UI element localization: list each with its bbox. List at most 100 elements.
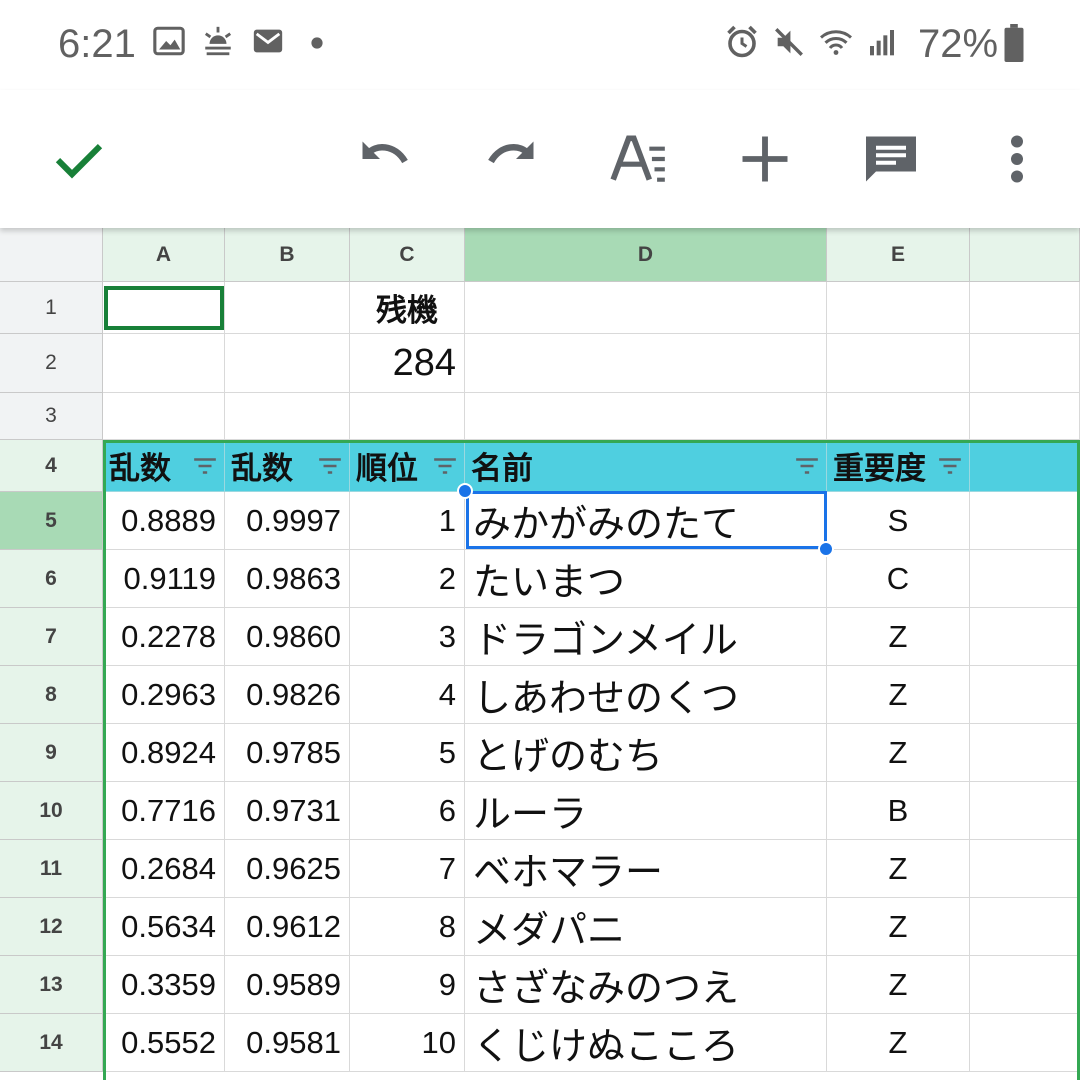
table-cell[interactable]: 0.5634 [103,898,225,956]
more-options-button[interactable] [972,90,1062,228]
row-header-12[interactable]: 12 [0,898,103,956]
filter-icon[interactable] [937,456,963,476]
cell[interactable] [103,393,225,440]
filter-icon[interactable] [192,456,218,476]
table-cell[interactable]: 0.7716 [103,782,225,840]
cell[interactable] [827,282,970,334]
cell[interactable] [225,282,350,334]
table-cell[interactable]: 0.3359 [103,956,225,1014]
table-cell[interactable]: 0.8889 [103,492,225,550]
table-cell[interactable] [970,666,1080,724]
selection-handle-top[interactable] [457,483,473,499]
table-cell[interactable]: 0.9612 [225,898,350,956]
cell[interactable] [970,282,1080,334]
insert-button[interactable] [720,90,810,228]
table-cell[interactable]: とげのむち [465,724,827,782]
table-cell[interactable] [970,608,1080,666]
column-header-b[interactable]: B [225,228,350,282]
table-cell[interactable]: 0.5552 [103,1014,225,1072]
table-cell[interactable]: 10 [350,1014,465,1072]
row-header-9[interactable]: 9 [0,724,103,782]
table-cell[interactable]: 0.9589 [225,956,350,1014]
selection-handle-bottom[interactable] [818,541,834,557]
row-header-5[interactable]: 5 [0,492,103,550]
table-cell[interactable]: 0.2684 [103,840,225,898]
table-cell[interactable]: 0.9826 [225,666,350,724]
redo-button[interactable] [466,90,556,228]
cell[interactable] [465,334,827,393]
table-cell[interactable]: 0.9997 [225,492,350,550]
selected-cell-d5[interactable] [466,491,827,549]
table-cell[interactable]: 0.9625 [225,840,350,898]
filter-icon[interactable] [794,456,820,476]
table-cell[interactable]: 0.9119 [103,550,225,608]
table-cell[interactable]: ベホマラー [465,840,827,898]
cell[interactable] [970,393,1080,440]
column-header-e[interactable]: E [827,228,970,282]
cell[interactable] [970,334,1080,393]
row-header-4[interactable]: 4 [0,440,103,492]
table-cell[interactable]: メダパニ [465,898,827,956]
table-cell[interactable]: 3 [350,608,465,666]
cell[interactable] [827,393,970,440]
table-cell[interactable]: 2 [350,550,465,608]
table-cell[interactable]: ルーラ [465,782,827,840]
row-header-11[interactable]: 11 [0,840,103,898]
row-header-14[interactable]: 14 [0,1014,103,1072]
table-cell[interactable]: 9 [350,956,465,1014]
cell[interactable]: 残機 [350,282,465,334]
undo-button[interactable] [340,90,430,228]
table-cell[interactable]: C [827,550,970,608]
done-button[interactable] [34,90,124,228]
table-cell[interactable]: B [827,782,970,840]
table-header-cell[interactable]: 乱数 [103,440,225,492]
table-header-cell[interactable]: 乱数 [225,440,350,492]
row-header-6[interactable]: 6 [0,550,103,608]
table-cell[interactable]: 7 [350,840,465,898]
table-cell[interactable]: 4 [350,666,465,724]
filter-icon[interactable] [432,456,458,476]
table-cell[interactable]: 0.9785 [225,724,350,782]
cell[interactable] [225,393,350,440]
cell[interactable] [103,334,225,393]
table-cell[interactable]: 5 [350,724,465,782]
table-cell[interactable]: 1 [350,492,465,550]
table-cell[interactable]: Z [827,898,970,956]
table-cell[interactable]: 0.2963 [103,666,225,724]
table-cell[interactable]: さざなみのつえ [465,956,827,1014]
row-header-7[interactable]: 7 [0,608,103,666]
table-cell[interactable]: Z [827,840,970,898]
column-header-c[interactable]: C [350,228,465,282]
table-cell[interactable] [970,492,1080,550]
table-cell[interactable] [970,782,1080,840]
column-header-a[interactable]: A [103,228,225,282]
comment-button[interactable] [846,90,936,228]
cell[interactable] [827,334,970,393]
table-cell[interactable]: くじけぬこころ [465,1014,827,1072]
row-header-1[interactable]: 1 [0,282,103,334]
spreadsheet-grid[interactable]: A B C D E 1 2 3 4 5 6 7 8 9 10 11 12 13 14 残機 284 乱数 乱数 順位 名前 重要度… [0,228,1080,1080]
table-cell[interactable]: たいまつ [465,550,827,608]
table-cell[interactable]: Z [827,666,970,724]
table-cell[interactable] [970,550,1080,608]
row-header-8[interactable]: 8 [0,666,103,724]
table-cell[interactable]: しあわせのくつ [465,666,827,724]
cell[interactable]: 284 [350,334,465,393]
table-header-cell[interactable]: 重要度 [827,440,970,492]
column-header-f[interactable] [970,228,1080,282]
table-cell[interactable]: Z [827,608,970,666]
table-cell[interactable]: ドラゴンメイル [465,608,827,666]
row-header-13[interactable]: 13 [0,956,103,1014]
table-cell[interactable] [970,956,1080,1014]
table-cell[interactable]: 0.9863 [225,550,350,608]
table-header-cell[interactable]: 順位 [350,440,465,492]
row-header-3[interactable]: 3 [0,393,103,440]
table-cell[interactable] [970,724,1080,782]
table-cell[interactable]: 0.9731 [225,782,350,840]
table-cell[interactable]: Z [827,956,970,1014]
table-header-cell[interactable]: 名前 [465,440,827,492]
cell[interactable] [225,334,350,393]
table-cell[interactable] [970,840,1080,898]
select-all-corner[interactable] [0,228,103,282]
table-cell[interactable]: 0.8924 [103,724,225,782]
